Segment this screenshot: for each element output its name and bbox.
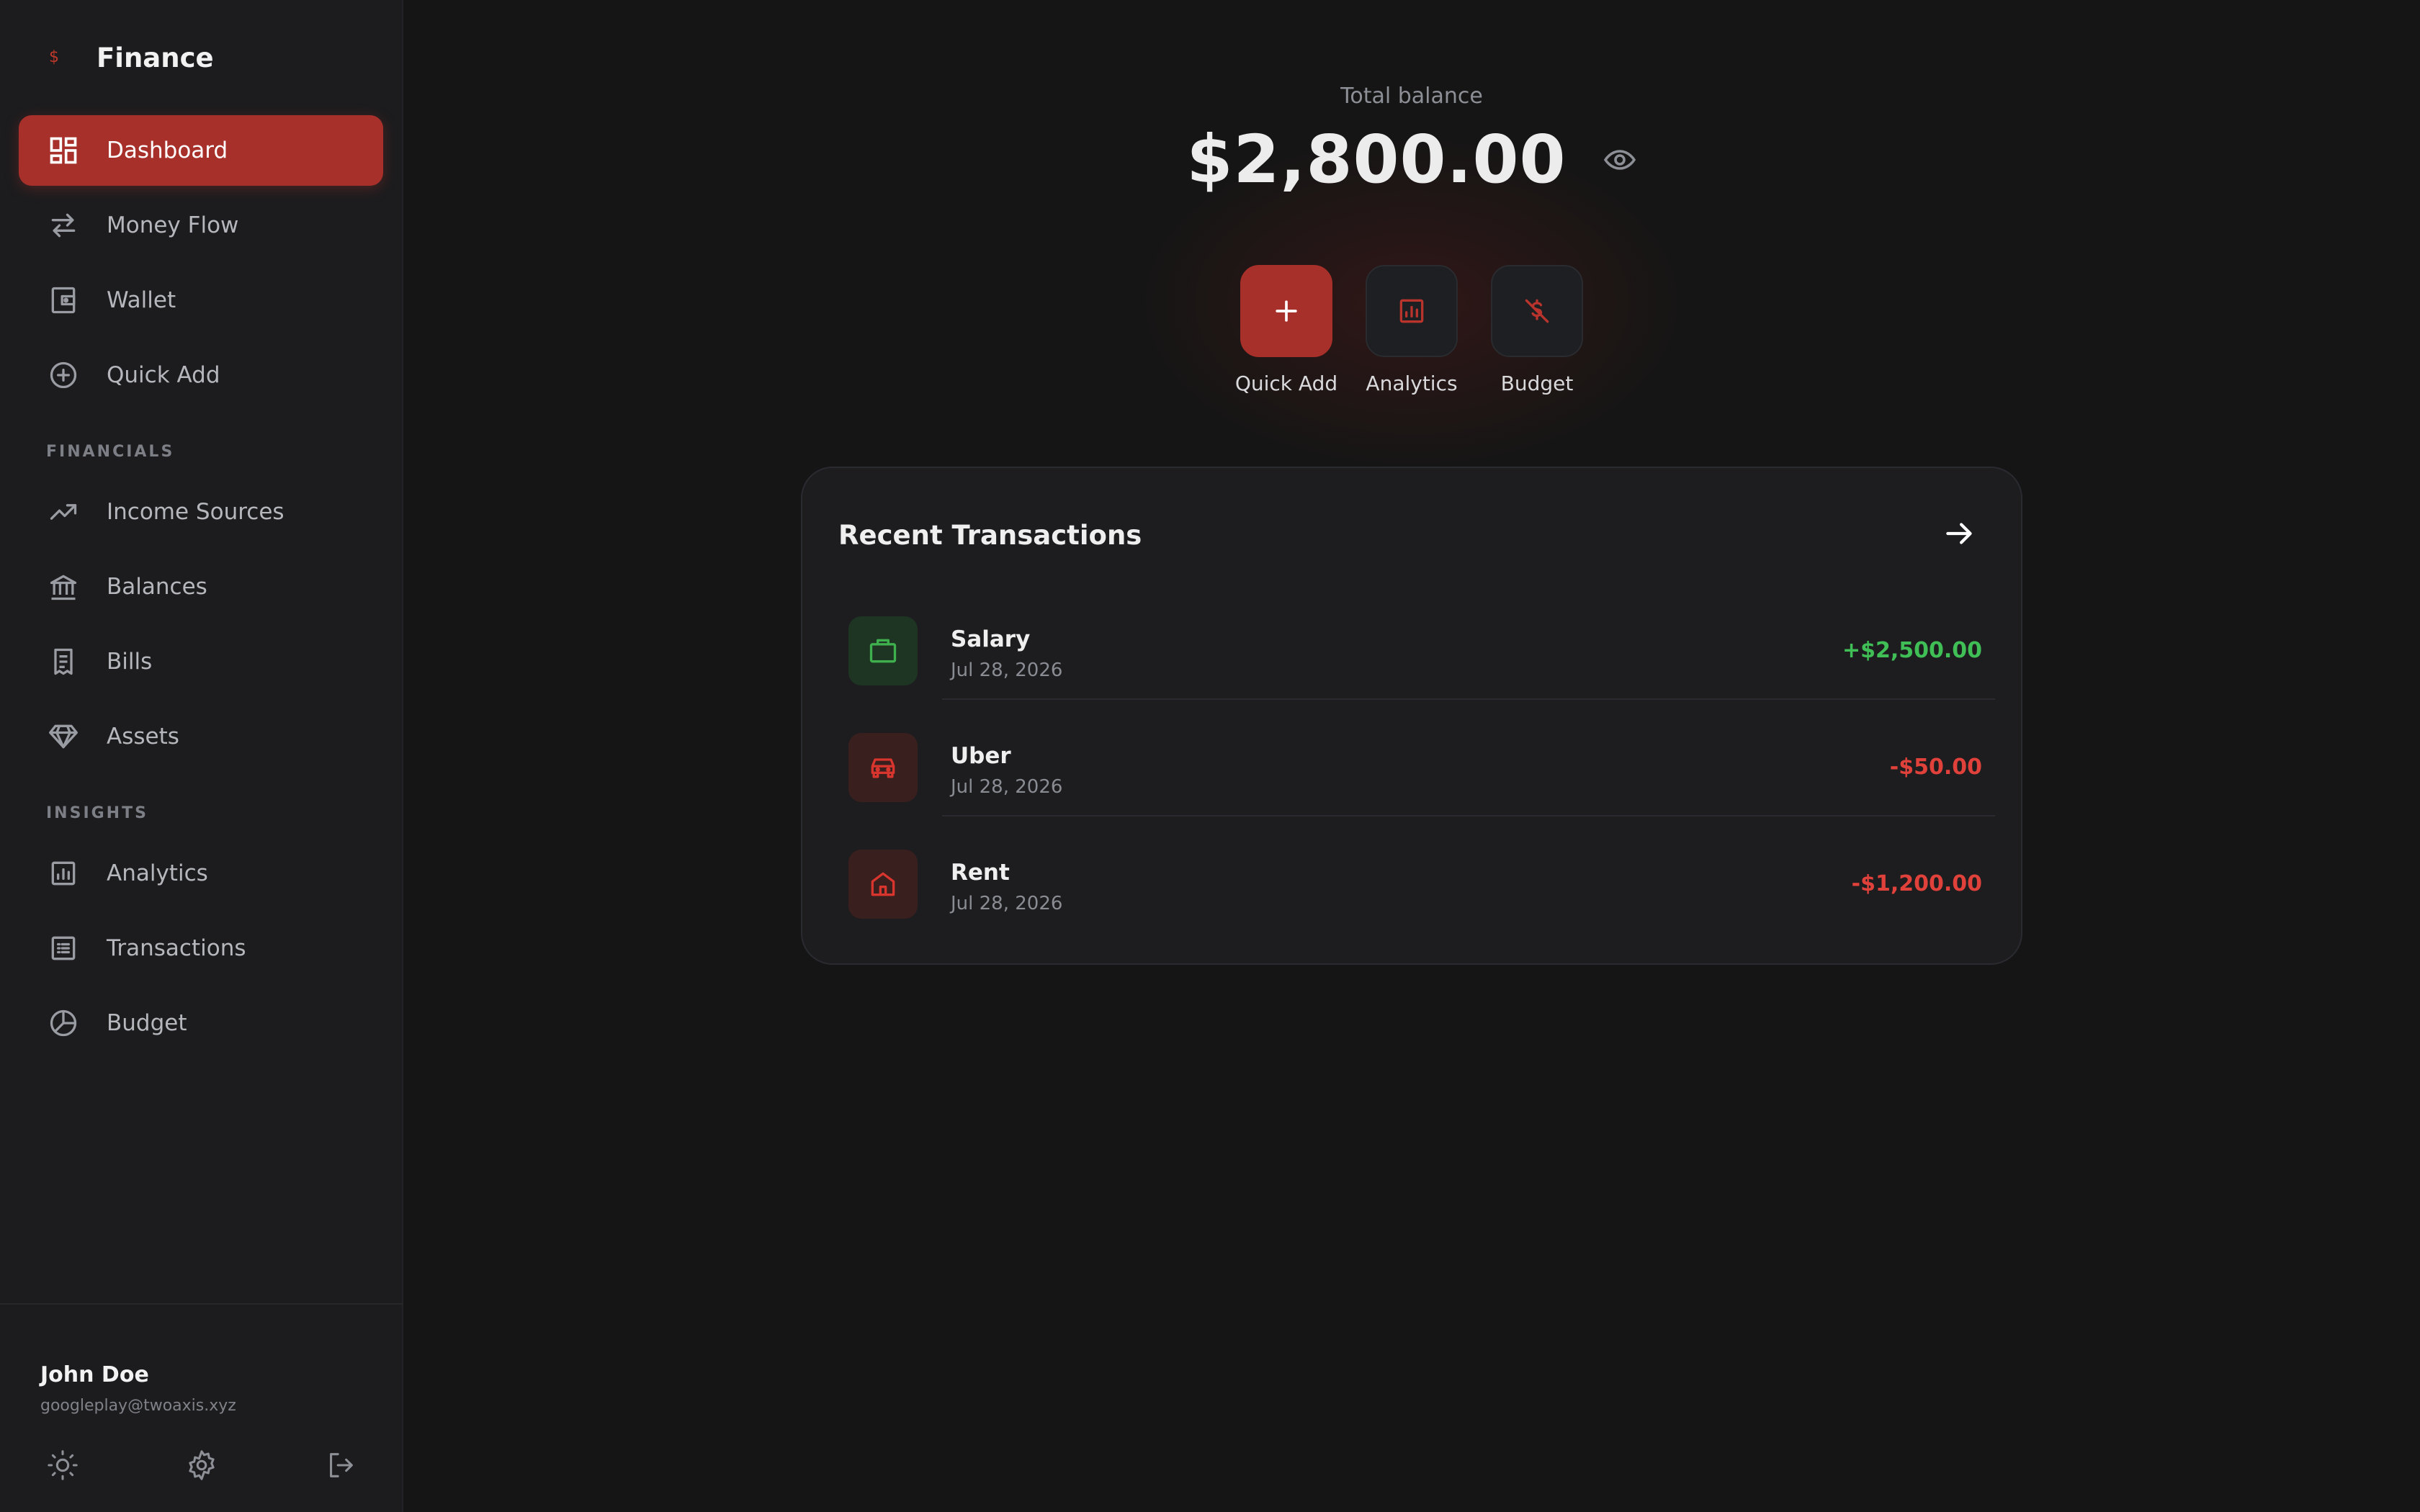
plus-circle-icon <box>48 359 79 391</box>
recent-transactions-card: Recent Transactions Salary Jul 28, 2026 … <box>801 467 2022 965</box>
sidebar-nav: Dashboard Money Flow Wallet Quick Add FI… <box>19 115 383 1063</box>
sidebar-item-label: Wallet <box>107 287 176 313</box>
row-divider <box>942 698 1995 700</box>
sidebar-item-assets[interactable]: Assets <box>19 701 383 772</box>
wallet-icon <box>48 284 79 316</box>
transaction-name: Salary <box>951 626 1031 652</box>
analytics-button[interactable] <box>1366 265 1458 357</box>
briefcase-icon <box>848 616 918 685</box>
user-name: John Doe <box>40 1362 149 1387</box>
gear-icon[interactable] <box>185 1449 218 1482</box>
sidebar-item-bills[interactable]: Bills <box>19 626 383 697</box>
no-money-icon <box>1521 295 1553 327</box>
pie-chart-icon <box>48 1007 79 1039</box>
sidebar-item-dashboard[interactable]: Dashboard <box>19 115 383 186</box>
balance-row: $2,800.00 <box>405 121 2419 198</box>
bank-icon <box>48 571 79 603</box>
sidebar-item-label: Budget <box>107 1010 187 1036</box>
transaction-name: Uber <box>951 743 1011 769</box>
user-email: googleplay@twoaxis.xyz <box>40 1397 236 1415</box>
transaction-amount: -$50.00 <box>1889 755 1982 780</box>
transaction-date: Jul 28, 2026 <box>951 776 1063 798</box>
logo-icon: $ <box>49 48 59 66</box>
sidebar-item-label: Analytics <box>107 860 208 886</box>
row-divider <box>942 815 1995 816</box>
arrow-right-icon[interactable] <box>1942 516 1978 552</box>
budget-button[interactable] <box>1491 265 1583 357</box>
transaction-row[interactable]: Uber Jul 28, 2026 -$50.00 <box>848 723 1995 840</box>
sidebar-item-budget[interactable]: Budget <box>19 988 383 1058</box>
balance-label: Total balance <box>1340 84 1483 109</box>
budget-label: Budget <box>1500 372 1574 395</box>
sidebar-item-label: Balances <box>107 574 207 600</box>
plus-icon <box>1270 295 1302 327</box>
sidebar-item-quick-add[interactable]: Quick Add <box>19 340 383 410</box>
sun-icon[interactable] <box>46 1449 79 1482</box>
sidebar-item-label: Transactions <box>107 935 246 961</box>
sidebar-item-transactions[interactable]: Transactions <box>19 913 383 984</box>
app-name: Finance <box>97 42 214 73</box>
transactions-list: Salary Jul 28, 2026 +$2,500.00 Uber Jul … <box>848 606 1995 956</box>
transaction-name: Rent <box>951 860 1010 886</box>
sidebar-footer: John Doe googleplay@twoaxis.xyz <box>0 1303 403 1512</box>
eye-icon[interactable] <box>1603 143 1637 177</box>
sidebar-item-label: Assets <box>107 724 179 750</box>
receipt-icon <box>48 646 79 678</box>
balance-value: $2,800.00 <box>1186 121 1567 198</box>
quick-add-button[interactable] <box>1240 265 1332 357</box>
car-icon <box>848 733 918 802</box>
section-label-financials: FINANCIALS <box>46 443 175 461</box>
main-content: Total balance $2,800.00 Quick Add Analyt… <box>405 0 2420 1512</box>
sidebar-item-label: Bills <box>107 649 153 675</box>
transaction-row[interactable]: Rent Jul 28, 2026 -$1,200.00 <box>848 840 1995 956</box>
transaction-amount: -$1,200.00 <box>1851 871 1982 896</box>
bar-chart-icon <box>48 858 79 889</box>
sidebar: $ Finance Dashboard Money Flow Wallet Qu… <box>0 0 403 1512</box>
sidebar-item-income-sources[interactable]: Income Sources <box>19 477 383 547</box>
quick-actions: Quick Add Analytics Budget <box>405 265 2419 395</box>
quick-add-action[interactable]: Quick Add <box>1229 265 1344 395</box>
footer-actions <box>46 1449 357 1482</box>
transaction-date: Jul 28, 2026 <box>951 660 1063 681</box>
sidebar-item-label: Money Flow <box>107 212 239 238</box>
diamond-icon <box>48 721 79 752</box>
transaction-row[interactable]: Salary Jul 28, 2026 +$2,500.00 <box>848 606 1995 723</box>
sidebar-item-label: Dashboard <box>107 138 228 163</box>
recent-transactions-title: Recent Transactions <box>838 520 1142 551</box>
sidebar-item-balances[interactable]: Balances <box>19 552 383 622</box>
analytics-label: Analytics <box>1366 372 1458 395</box>
bar-chart-icon <box>1396 295 1428 327</box>
sidebar-item-wallet[interactable]: Wallet <box>19 265 383 336</box>
sidebar-item-money-flow[interactable]: Money Flow <box>19 190 383 261</box>
trending-up-icon <box>48 496 79 528</box>
transfer-arrows-icon <box>48 210 79 241</box>
list-icon <box>48 932 79 964</box>
sidebar-item-analytics[interactable]: Analytics <box>19 838 383 909</box>
logout-icon[interactable] <box>324 1449 357 1482</box>
analytics-action[interactable]: Analytics <box>1354 265 1469 395</box>
brand[interactable]: $ Finance <box>43 37 214 78</box>
quick-add-label: Quick Add <box>1234 372 1338 395</box>
sidebar-item-label: Income Sources <box>107 499 284 525</box>
transaction-amount: +$2,500.00 <box>1842 638 1982 663</box>
dashboard-icon <box>48 135 79 166</box>
sidebar-item-label: Quick Add <box>107 362 220 388</box>
transaction-date: Jul 28, 2026 <box>951 893 1063 914</box>
budget-action[interactable]: Budget <box>1479 265 1595 395</box>
home-icon <box>848 850 918 919</box>
section-label-insights: INSIGHTS <box>46 804 148 822</box>
